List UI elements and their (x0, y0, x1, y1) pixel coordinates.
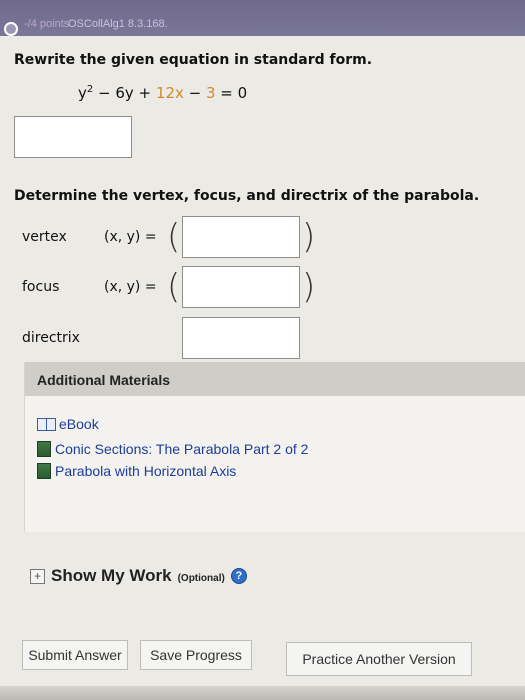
directrix-input[interactable] (182, 317, 300, 359)
materials-title: Additional Materials (37, 372, 171, 388)
help-icon[interactable]: ? (230, 568, 247, 584)
right-paren: ) (302, 267, 316, 307)
top-bar: -/4 points OSCollAlg1 8.3.168. (0, 0, 525, 36)
left-paren: ( (167, 217, 181, 257)
question-prompt-2: Determine the vertex, focus, and directr… (14, 188, 480, 204)
left-paren: ( (167, 267, 181, 307)
materials-header: Additional Materials (25, 362, 525, 396)
material-link-video-2[interactable]: Parabola with Horizontal Axis (37, 463, 236, 479)
equation-part: − 6y + (93, 84, 156, 102)
save-progress-button[interactable]: Save Progress (140, 640, 252, 670)
show-my-work-label[interactable]: Show My Work (51, 566, 172, 586)
focus-pair-label: (x, y) = (104, 279, 157, 295)
right-paren: ) (302, 217, 316, 257)
video-icon (37, 441, 51, 457)
book-icon (37, 418, 56, 431)
question-prompt-1: Rewrite the given equation in standard f… (14, 52, 373, 68)
problem-code: OSCollAlg1 8.3.168. (68, 18, 168, 30)
submit-answer-button[interactable]: Submit Answer (22, 640, 128, 670)
expand-plus-icon[interactable]: + (30, 568, 45, 584)
optional-label: (Optional) (177, 573, 225, 584)
equation-x-term: 12x (155, 84, 184, 102)
vertex-label: vertex (22, 229, 67, 245)
practice-another-version-button[interactable]: Practice Another Version (286, 642, 472, 676)
radio-icon[interactable] (4, 22, 18, 36)
points-label: -/4 points (24, 18, 70, 30)
equation-equals: = 0 (215, 84, 248, 102)
material-label[interactable]: Parabola with Horizontal Axis (55, 463, 236, 479)
focus-label: focus (22, 279, 60, 295)
show-my-work-toggle[interactable]: + Show My Work (Optional) ? (30, 566, 247, 586)
page-bottom-edge (0, 686, 525, 700)
additional-materials-panel: Additional Materials eBook Conic Section… (24, 362, 525, 532)
directrix-label: directrix (22, 330, 80, 346)
question-panel: Rewrite the given equation in standard f… (0, 36, 525, 700)
material-link-video-1[interactable]: Conic Sections: The Parabola Part 2 of 2 (37, 441, 308, 457)
equation-y-term: y (78, 84, 87, 102)
given-equation: y2 − 6y + 12x − 3 = 0 (78, 84, 247, 102)
vertex-input[interactable] (182, 216, 300, 258)
standard-form-input[interactable] (14, 116, 132, 158)
vertex-pair-label: (x, y) = (104, 229, 157, 245)
video-icon (37, 463, 51, 479)
equation-constant: 3 (205, 84, 216, 102)
material-label[interactable]: eBook (59, 416, 99, 432)
material-label[interactable]: Conic Sections: The Parabola Part 2 of 2 (55, 441, 308, 457)
focus-input[interactable] (182, 266, 300, 308)
equation-part: − (183, 84, 206, 102)
material-link-ebook[interactable]: eBook (37, 416, 99, 432)
